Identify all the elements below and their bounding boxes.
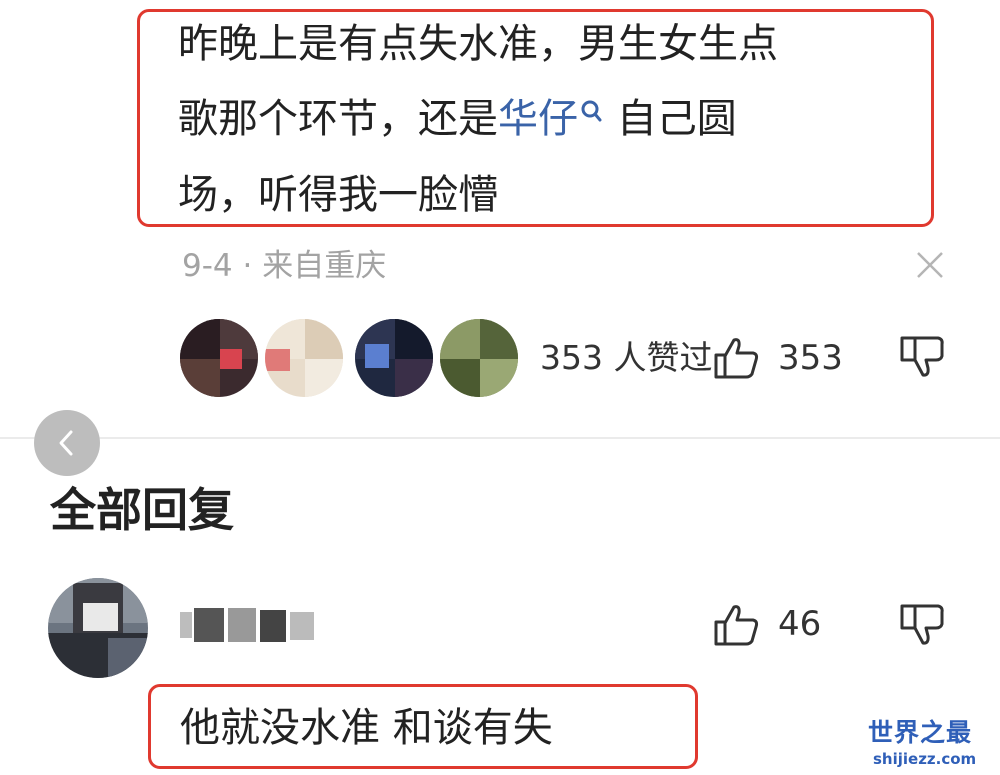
- username[interactable]: [180, 604, 320, 646]
- close-icon[interactable]: [915, 250, 945, 280]
- liker-avatar[interactable]: [180, 319, 258, 397]
- comment-line-3: 场，听得我一脸懵: [178, 172, 498, 218]
- avatar[interactable]: [48, 578, 148, 678]
- search-icon[interactable]: [578, 91, 604, 139]
- comment-meta: 9-4 · 来自重庆: [182, 248, 387, 284]
- comment-text: 自己圆: [604, 96, 737, 142]
- comment-text: 歌那个环节，还是: [178, 96, 498, 142]
- liker-avatar[interactable]: [355, 319, 433, 397]
- section-title: 全部回复: [50, 483, 234, 537]
- liker-avatar[interactable]: [265, 319, 343, 397]
- liker-avatar[interactable]: [440, 319, 518, 397]
- thumbs-down-icon[interactable]: [898, 602, 946, 652]
- reply-text: 他就没水准 和谈有失: [180, 705, 553, 751]
- likers-summary[interactable]: 353 人赞过: [540, 338, 712, 378]
- like-count: 353: [778, 338, 843, 378]
- watermark-url: shijiezz.com: [873, 750, 977, 768]
- watermark-logo: 世界之最: [868, 718, 973, 747]
- thumbs-up-icon[interactable]: [712, 335, 762, 385]
- comment-line-1: 昨晚上是有点失水准，男生女生点: [178, 21, 778, 67]
- divider: [0, 437, 1000, 439]
- back-button[interactable]: [34, 410, 100, 476]
- comment-line-2: 歌那个环节，还是华仔 自己圆: [178, 95, 737, 143]
- mention-link[interactable]: 华仔: [498, 96, 578, 142]
- thumbs-down-icon[interactable]: [898, 334, 946, 384]
- chevron-left-icon: [59, 430, 73, 456]
- thumbs-up-icon[interactable]: [712, 602, 762, 652]
- reply-like-count: 46: [778, 604, 822, 644]
